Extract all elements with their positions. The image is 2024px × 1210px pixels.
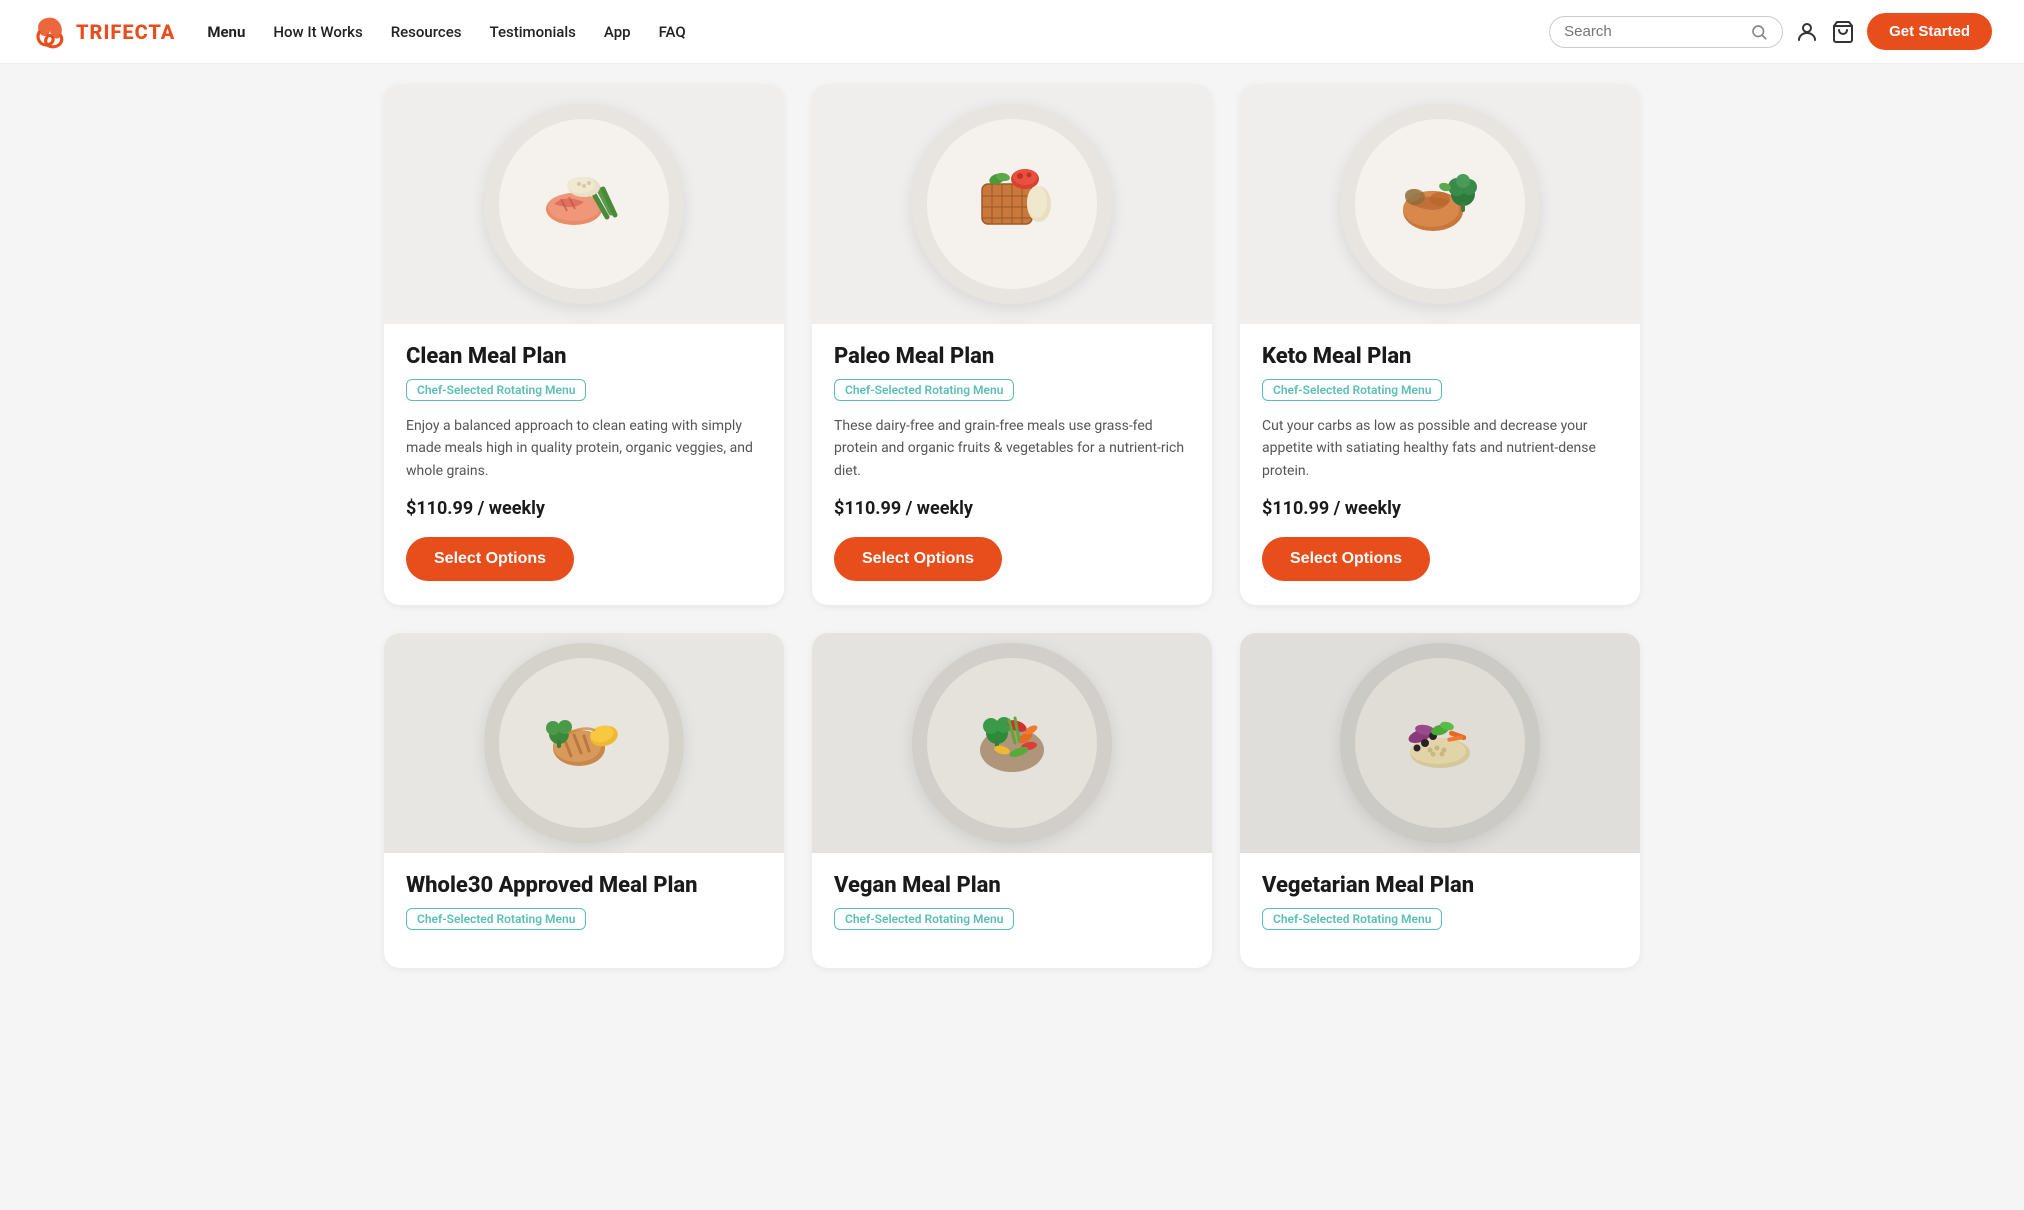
meal-image-whole30 bbox=[384, 633, 784, 853]
nav-faq[interactable]: FAQ bbox=[659, 23, 686, 41]
search-box bbox=[1549, 16, 1783, 48]
meal-title-clean: Clean Meal Plan bbox=[406, 344, 762, 369]
plate-paleo bbox=[912, 104, 1112, 304]
nav-testimonials[interactable]: Testimonials bbox=[490, 23, 576, 41]
nav-links: Menu How It Works Resources Testimonials… bbox=[207, 23, 1549, 41]
meal-image-keto bbox=[1240, 84, 1640, 324]
get-started-button[interactable]: Get Started bbox=[1867, 13, 1992, 50]
nav-menu[interactable]: Menu bbox=[207, 23, 245, 41]
plate-clean bbox=[484, 104, 684, 304]
meal-title-vegetarian: Vegetarian Meal Plan bbox=[1262, 873, 1618, 898]
nav-how-it-works[interactable]: How It Works bbox=[273, 23, 362, 41]
meal-desc-paleo: These dairy-free and grain-free meals us… bbox=[834, 415, 1190, 482]
account-icon bbox=[1795, 20, 1819, 44]
meal-title-vegan: Vegan Meal Plan bbox=[834, 873, 1190, 898]
meal-image-clean bbox=[384, 84, 784, 324]
plate-keto bbox=[1340, 104, 1540, 304]
meal-card-clean: Clean Meal Plan Chef-Selected Rotating M… bbox=[384, 84, 784, 605]
food-illustration-clean bbox=[519, 139, 649, 269]
meal-desc-clean: Enjoy a balanced approach to clean eatin… bbox=[406, 415, 762, 482]
logo-icon bbox=[32, 14, 68, 50]
food-illustration-keto bbox=[1375, 139, 1505, 269]
main-content: Clean Meal Plan Chef-Selected Rotating M… bbox=[352, 64, 1672, 1008]
meal-card-whole30: Whole30 Approved Meal Plan Chef-Selected… bbox=[384, 633, 784, 968]
account-button[interactable] bbox=[1795, 20, 1819, 44]
search-button[interactable] bbox=[1750, 23, 1768, 41]
logo-link[interactable]: TRIFECTA bbox=[32, 14, 175, 50]
meal-price-keto: $110.99 / weekly bbox=[1262, 498, 1618, 519]
nav-right: Get Started bbox=[1549, 13, 1992, 50]
plate-vegetarian bbox=[1340, 643, 1540, 843]
nav-resources[interactable]: Resources bbox=[391, 23, 462, 41]
select-options-clean[interactable]: Select Options bbox=[406, 537, 574, 581]
meal-card-paleo: Paleo Meal Plan Chef-Selected Rotating M… bbox=[812, 84, 1212, 605]
meal-tag-paleo: Chef-Selected Rotating Menu bbox=[834, 379, 1014, 401]
food-illustration-vegan bbox=[947, 678, 1077, 808]
plate-vegan bbox=[912, 643, 1112, 843]
meal-price-clean: $110.99 / weekly bbox=[406, 498, 762, 519]
meal-image-vegetarian bbox=[1240, 633, 1640, 853]
meal-card-body-paleo: Paleo Meal Plan Chef-Selected Rotating M… bbox=[812, 324, 1212, 605]
meal-title-paleo: Paleo Meal Plan bbox=[834, 344, 1190, 369]
select-options-paleo[interactable]: Select Options bbox=[834, 537, 1002, 581]
meal-tag-whole30: Chef-Selected Rotating Menu bbox=[406, 908, 586, 930]
meal-card-vegan: Vegan Meal Plan Chef-Selected Rotating M… bbox=[812, 633, 1212, 968]
cart-icon bbox=[1831, 20, 1855, 44]
meal-price-paleo: $110.99 / weekly bbox=[834, 498, 1190, 519]
meal-tag-clean: Chef-Selected Rotating Menu bbox=[406, 379, 586, 401]
food-illustration-paleo bbox=[947, 139, 1077, 269]
plate-whole30 bbox=[484, 643, 684, 843]
meal-card-body-vegan: Vegan Meal Plan Chef-Selected Rotating M… bbox=[812, 853, 1212, 968]
meal-desc-keto: Cut your carbs as low as possible and de… bbox=[1262, 415, 1618, 482]
food-illustration-vegetarian bbox=[1375, 678, 1505, 808]
meal-card-vegetarian: Vegetarian Meal Plan Chef-Selected Rotat… bbox=[1240, 633, 1640, 968]
cart-button[interactable] bbox=[1831, 20, 1855, 44]
meal-tag-vegan: Chef-Selected Rotating Menu bbox=[834, 908, 1014, 930]
meal-tag-vegetarian: Chef-Selected Rotating Menu bbox=[1262, 908, 1442, 930]
meal-card-body-vegetarian: Vegetarian Meal Plan Chef-Selected Rotat… bbox=[1240, 853, 1640, 968]
search-icon bbox=[1750, 23, 1768, 41]
meal-grid-row2: Whole30 Approved Meal Plan Chef-Selected… bbox=[384, 633, 1640, 968]
nav-app[interactable]: App bbox=[604, 23, 631, 41]
select-options-keto[interactable]: Select Options bbox=[1262, 537, 1430, 581]
meal-title-whole30: Whole30 Approved Meal Plan bbox=[406, 873, 762, 898]
navbar: TRIFECTA Menu How It Works Resources Tes… bbox=[0, 0, 2024, 64]
food-illustration-whole30 bbox=[519, 678, 649, 808]
meal-tag-keto: Chef-Selected Rotating Menu bbox=[1262, 379, 1442, 401]
meal-grid-row1: Clean Meal Plan Chef-Selected Rotating M… bbox=[384, 84, 1640, 605]
meal-card-body-keto: Keto Meal Plan Chef-Selected Rotating Me… bbox=[1240, 324, 1640, 605]
search-input[interactable] bbox=[1564, 23, 1744, 40]
meal-image-vegan bbox=[812, 633, 1212, 853]
meal-card-body-whole30: Whole30 Approved Meal Plan Chef-Selected… bbox=[384, 853, 784, 968]
meal-image-paleo bbox=[812, 84, 1212, 324]
meal-title-keto: Keto Meal Plan bbox=[1262, 344, 1618, 369]
meal-card-keto: Keto Meal Plan Chef-Selected Rotating Me… bbox=[1240, 84, 1640, 605]
logo-text: TRIFECTA bbox=[76, 20, 175, 44]
meal-card-body-clean: Clean Meal Plan Chef-Selected Rotating M… bbox=[384, 324, 784, 605]
